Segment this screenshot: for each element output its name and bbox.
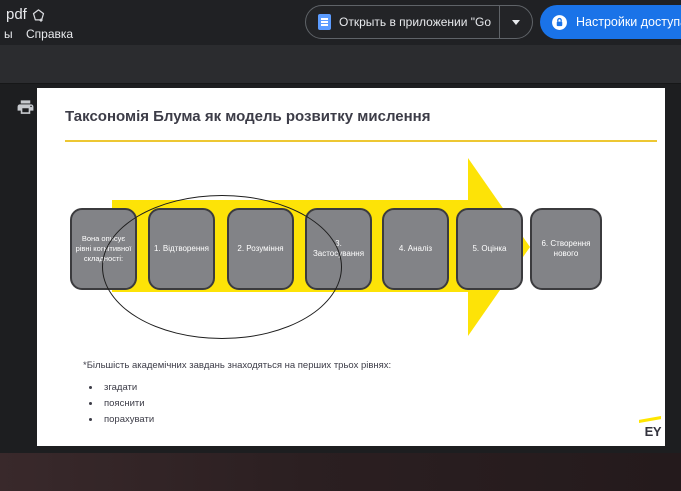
bullet-text: згадати — [104, 381, 138, 393]
bullet-text: пояснити — [104, 397, 145, 409]
ey-logo: EY — [631, 416, 662, 439]
menu-item-tools[interactable]: ы — [4, 27, 13, 41]
title-underline — [65, 140, 657, 142]
menu-item-help[interactable]: Справка — [26, 27, 73, 41]
add-to-drive-icon[interactable] — [31, 8, 46, 28]
google-docs-icon — [318, 14, 331, 30]
share-lock-icon — [552, 14, 567, 30]
bullet-dot — [89, 417, 92, 421]
slide-title: Таксономія Блума як модель розвитку мисл… — [65, 108, 431, 125]
list-item: пояснити — [89, 395, 154, 411]
ey-beam-icon — [639, 416, 661, 423]
open-in-app-button[interactable]: Открыть в приложении "Go... — [305, 5, 533, 39]
list-item: порахувати — [89, 411, 154, 427]
bullet-text: порахувати — [104, 413, 155, 425]
level-box-4: 4. Аналіз — [382, 208, 449, 290]
open-in-app-label: Открыть в приложении "Go... — [339, 15, 491, 29]
pdf-toolbar: − 100 % + — [0, 45, 681, 118]
open-in-app-dropdown[interactable] — [500, 6, 532, 38]
bullet-list: згадати пояснити порахувати — [89, 379, 154, 427]
bullet-dot — [89, 385, 92, 389]
chevron-down-icon — [512, 19, 520, 29]
share-settings-button[interactable]: Настройки доступа — [540, 5, 681, 39]
ellipse-annotation — [102, 195, 342, 339]
list-item: згадати — [89, 379, 154, 395]
taskbar: X W 10 — [0, 453, 681, 491]
footnote-text: *Більшість академічних завдань знаходять… — [83, 360, 392, 371]
print-button[interactable] — [16, 98, 35, 122]
viewer-header: pdf ы Справка Открыть в приложении "Go..… — [0, 0, 681, 45]
level-box-6: 6. Створення нового — [530, 208, 602, 290]
share-settings-label: Настройки доступа — [576, 15, 681, 29]
pdf-page: Таксономія Блума як модель розвитку мисл… — [37, 88, 665, 446]
file-title: pdf — [6, 6, 27, 23]
bullet-dot — [89, 401, 92, 405]
level-box-5: 5. Оцінка — [456, 208, 523, 290]
ey-logo-text: EY — [644, 424, 662, 439]
screen: pdf ы Справка Открыть в приложении "Go..… — [0, 0, 681, 491]
